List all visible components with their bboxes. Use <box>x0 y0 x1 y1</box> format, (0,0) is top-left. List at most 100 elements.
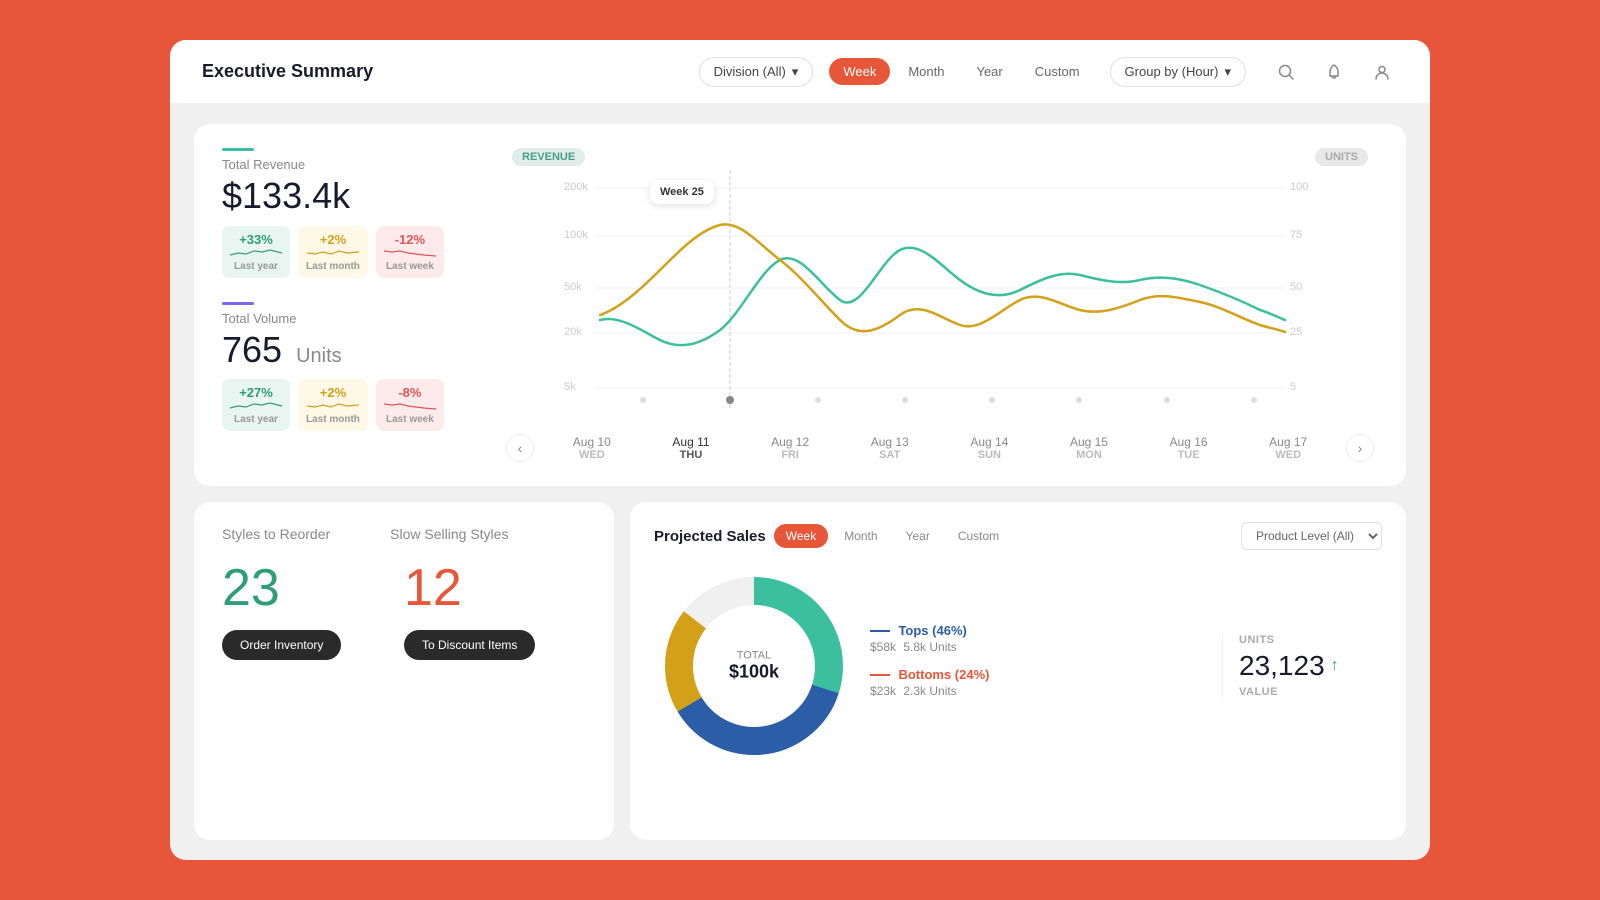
product-level-select[interactable]: Product Level (All) <box>1241 522 1382 550</box>
chart-date-aug16: Aug 16 TUE <box>1170 435 1208 461</box>
top-card: Total Revenue $133.4k +33% Last year +2% <box>194 124 1406 486</box>
revenue-badge-last-month: +2% Last month <box>298 226 368 278</box>
division-select[interactable]: Division (All) ▾ <box>699 57 814 87</box>
revenue-sparkline-month <box>307 249 359 257</box>
page-title: Executive Summary <box>202 61 373 82</box>
volume-value: 765 Units <box>222 330 502 370</box>
bottom-left-cols: 23 Order Inventory 12 To Discount Items <box>222 558 586 660</box>
ps-legend-bottoms-name: Bottoms (24%) <box>870 666 1206 684</box>
ps-legend: Tops (46%) $58k 5.8k Units Bottoms (24%) <box>870 622 1206 710</box>
bottom-left-card: Styles to Reorder Slow Selling Styles 23… <box>194 502 614 840</box>
volume-badge-last-year-sub: Last year <box>234 414 278 425</box>
volume-label: Total Volume <box>222 311 502 326</box>
slow-selling-col: 12 To Discount Items <box>404 558 586 660</box>
svg-text:100: 100 <box>1290 181 1308 193</box>
chart-nav: ‹ Aug 10 WED Aug 11 THU Aug 12 FRI <box>502 434 1378 462</box>
projected-sales-title: Projected Sales <box>654 528 766 545</box>
chart-dates: Aug 10 WED Aug 11 THU Aug 12 FRI Aug 1 <box>534 435 1346 461</box>
projected-sales-card: Projected Sales Week Month Year Custom P… <box>630 502 1406 840</box>
search-icon[interactable] <box>1270 56 1302 88</box>
styles-reorder-col: 23 Order Inventory <box>222 558 404 660</box>
group-by-select[interactable]: Group by (Hour) ▾ <box>1110 57 1246 87</box>
chart-labels-top: REVENUE UNITS <box>502 148 1378 166</box>
revenue-badge-last-month-sub: Last month <box>306 261 360 272</box>
slow-selling-value: 12 <box>404 558 586 618</box>
chart-date-aug10: Aug 10 WED <box>573 435 611 461</box>
units-trend-icon: ↑ <box>1331 657 1339 675</box>
volume-accent <box>222 302 254 305</box>
chart-tooltip: Week 25 <box>650 180 714 204</box>
bottom-left-titles: Styles to Reorder Slow Selling Styles <box>222 526 586 542</box>
chart-date-aug14: Aug 14 SUN <box>970 435 1008 461</box>
volume-badge-last-month: +2% Last month <box>298 379 368 431</box>
revenue-block: Total Revenue $133.4k +33% Last year +2% <box>222 148 502 278</box>
volume-sparkline-week <box>384 402 436 410</box>
ps-time-btn-week[interactable]: Week <box>774 524 828 548</box>
chart-date-aug12: Aug 12 FRI <box>771 435 809 461</box>
header: Executive Summary Division (All) ▾ Week … <box>170 40 1430 104</box>
volume-badge-last-week: -8% Last week <box>376 379 444 431</box>
volume-badges: +27% Last year +2% Last month <box>222 379 502 431</box>
styles-reorder-title: Styles to Reorder <box>222 526 330 542</box>
svg-text:20k: 20k <box>564 326 582 338</box>
volume-badge-last-year: +27% Last year <box>222 379 290 431</box>
volume-badge-last-year-value: +27% <box>239 385 273 400</box>
svg-text:100k: 100k <box>564 229 588 241</box>
units-tag: UNITS <box>1315 148 1368 166</box>
volume-sparkline-month <box>307 402 359 410</box>
slow-selling-title: Slow Selling Styles <box>390 526 508 542</box>
svg-text:50k: 50k <box>564 281 582 293</box>
ps-time-filter-group: Week Month Year Custom <box>774 524 1011 548</box>
revenue-badge-last-year-sub: Last year <box>234 261 278 272</box>
user-icon[interactable] <box>1366 56 1398 88</box>
ps-time-btn-month[interactable]: Month <box>832 524 889 548</box>
discount-items-btn[interactable]: To Discount Items <box>404 630 535 660</box>
svg-text:200k: 200k <box>564 181 588 193</box>
units-value: 23,123 ↑ <box>1239 650 1382 682</box>
svg-text:5: 5 <box>1290 381 1296 393</box>
bottom-row: Styles to Reorder Slow Selling Styles 23… <box>194 502 1406 840</box>
time-btn-week[interactable]: Week <box>829 58 890 85</box>
main-chart: 200k 100k 50k 20k 5k 100 75 50 25 5 <box>502 170 1378 430</box>
revenue-tag: REVENUE <box>512 148 585 166</box>
revenue-accent <box>222 148 254 151</box>
projected-sales-header: Projected Sales Week Month Year Custom P… <box>654 522 1382 550</box>
notification-icon[interactable] <box>1318 56 1350 88</box>
revenue-badge-last-week: -12% Last week <box>376 226 444 278</box>
ps-legend-bottoms-value: $23k 2.3k Units <box>870 684 1206 698</box>
revenue-badges: +33% Last year +2% Last month <box>222 226 502 278</box>
donut-center: TOTAL $100k <box>729 650 779 683</box>
chart-area: REVENUE UNITS Week 25 200k 100k 50k 20k … <box>502 148 1378 462</box>
revenue-sparkline-year <box>230 249 282 257</box>
revenue-badge-last-week-value: -12% <box>395 232 425 247</box>
time-btn-custom[interactable]: Custom <box>1021 58 1094 85</box>
time-btn-year[interactable]: Year <box>962 58 1016 85</box>
units-label: UNITS <box>1239 634 1382 646</box>
volume-badge-last-week-value: -8% <box>398 385 421 400</box>
ps-time-btn-custom[interactable]: Custom <box>946 524 1011 548</box>
svg-text:5k: 5k <box>564 381 576 393</box>
ps-legend-tops: Tops (46%) $58k 5.8k Units <box>870 622 1206 654</box>
ps-time-btn-year[interactable]: Year <box>894 524 942 548</box>
value-label: VALUE <box>1239 686 1382 698</box>
chart-date-aug11: Aug 11 THU <box>672 435 709 461</box>
chart-date-aug15: Aug 15 MON <box>1070 435 1108 461</box>
chart-date-aug17: Aug 17 WED <box>1269 435 1307 461</box>
ps-legend-tops-value: $58k 5.8k Units <box>870 640 1206 654</box>
chart-date-aug13: Aug 13 SAT <box>871 435 909 461</box>
order-inventory-btn[interactable]: Order Inventory <box>222 630 341 660</box>
chart-prev-btn[interactable]: ‹ <box>506 434 534 462</box>
svg-text:50: 50 <box>1290 281 1302 293</box>
revenue-badge-last-year: +33% Last year <box>222 226 290 278</box>
chart-next-btn[interactable]: › <box>1346 434 1374 462</box>
ps-legend-tops-name: Tops (46%) <box>870 622 1206 640</box>
projected-sales-content: TOTAL $100k Tops (46%) $58k <box>654 566 1382 766</box>
svg-text:75: 75 <box>1290 229 1302 241</box>
donut-label: TOTAL <box>729 650 779 662</box>
time-btn-month[interactable]: Month <box>894 58 958 85</box>
revenue-sparkline-week <box>384 249 436 257</box>
revenue-badge-last-month-value: +2% <box>320 232 346 247</box>
ps-legend-bottoms: Bottoms (24%) $23k 2.3k Units <box>870 666 1206 698</box>
volume-badge-last-month-value: +2% <box>320 385 346 400</box>
ps-right-panel: UNITS 23,123 ↑ VALUE <box>1222 634 1382 698</box>
